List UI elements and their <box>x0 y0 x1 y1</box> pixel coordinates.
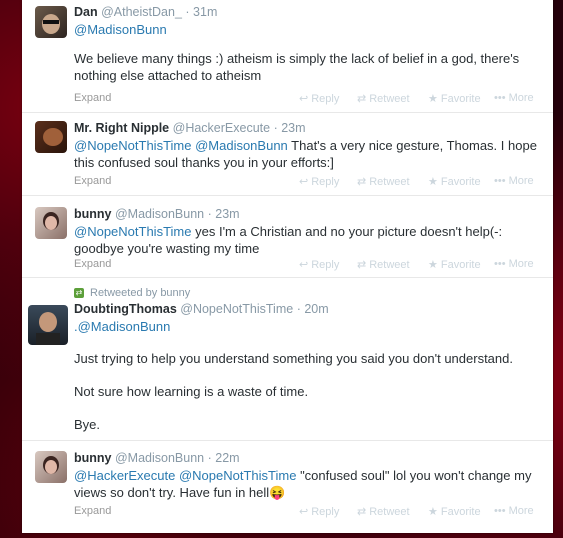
avatar[interactable] <box>28 305 68 345</box>
star-icon: ★ <box>428 259 438 271</box>
dots-icon: ••• <box>494 258 506 270</box>
timestamp[interactable]: 23m <box>281 121 305 135</box>
timestamp[interactable]: 22m <box>215 451 239 465</box>
dots-icon: ••• <box>494 175 506 187</box>
expand-link[interactable]: Expand <box>74 258 111 270</box>
avatar-image <box>43 456 59 474</box>
timestamp[interactable]: 31m <box>193 5 217 19</box>
tweet-paragraph: Not sure how learning is a waste of time… <box>74 384 309 399</box>
reply-arrow-icon: ↩ <box>299 93 309 105</box>
tweet-actions: Expand ↩ Reply ⇄ Retweet ★ Favorite ••• More <box>74 258 541 274</box>
retweet-button[interactable]: ⇄ Retweet <box>357 175 410 188</box>
timestamp[interactable]: 23m <box>215 207 239 221</box>
dots-icon: ••• <box>494 92 506 104</box>
retweet-button[interactable]: ⇄ Retweet <box>357 92 410 105</box>
separator: · <box>296 302 301 316</box>
tweet-timeline: Dan @AtheistDan_ · 31m @MadisonBunn We b… <box>22 0 553 533</box>
avatar-image <box>43 212 59 230</box>
tweet-actions: Expand ↩ Reply ⇄ Retweet ★ Favorite ••• More <box>74 92 541 108</box>
author-handle[interactable]: @HackerExecute <box>173 121 270 135</box>
mention-link[interactable]: @NopeNotThisTime <box>74 224 191 239</box>
avatar[interactable] <box>35 207 67 239</box>
favorite-button[interactable]: ★ Favorite <box>428 505 481 518</box>
tweet[interactable]: Dan @AtheistDan_ · 31m @MadisonBunn We b… <box>22 0 553 113</box>
tweet-text: @HackerExecute @NopeNotThisTime "confuse… <box>74 467 541 501</box>
reply-button[interactable]: ↩ Reply <box>299 505 339 518</box>
avatar-image <box>42 14 60 34</box>
mention-link[interactable]: @NopeNotThisTime @MadisonBunn <box>74 138 288 153</box>
retweet-button[interactable]: ⇄ Retweet <box>357 258 410 271</box>
star-icon: ★ <box>428 506 438 518</box>
mention-link[interactable]: .@MadisonBunn <box>74 318 541 335</box>
tweet-actions: Expand ↩ Reply ⇄ Retweet ★ Favorite ••• More <box>74 175 541 191</box>
star-icon: ★ <box>428 176 438 188</box>
tweet-text: @NopeNotThisTime yes I'm a Christian and… <box>74 223 541 257</box>
avatar-image <box>36 312 60 345</box>
author-handle[interactable]: @MadisonBunn <box>115 207 204 221</box>
separator: · <box>207 207 212 221</box>
tweet-actions: Expand ↩ Reply ⇄ Retweet ★ Favorite ••• More <box>74 505 541 521</box>
more-button[interactable]: ••• More <box>494 505 534 517</box>
retweet-button[interactable]: ⇄ Retweet <box>357 505 410 518</box>
author-handle[interactable]: @MadisonBunn <box>115 451 204 465</box>
separator: · <box>273 121 278 135</box>
retweet-note: ⇄ Retweeted by bunny <box>74 287 191 299</box>
separator: · <box>207 451 212 465</box>
tweet-text: .@MadisonBunn Just trying to help you un… <box>74 318 541 433</box>
star-icon: ★ <box>428 93 438 105</box>
mention-link[interactable]: @HackerExecute @NopeNotThisTime <box>74 468 296 483</box>
reply-button[interactable]: ↩ Reply <box>299 175 339 188</box>
tweet[interactable]: bunny @MadisonBunn · 22m @HackerExecute … <box>22 441 553 533</box>
tweet[interactable]: Mr. Right Nipple @HackerExecute · 23m @N… <box>22 113 553 196</box>
author-name[interactable]: Dan <box>74 5 98 19</box>
reply-button[interactable]: ↩ Reply <box>299 92 339 105</box>
background: Dan @AtheistDan_ · 31m @MadisonBunn We b… <box>0 0 563 538</box>
author-handle[interactable]: @AtheistDan_ <box>101 5 182 19</box>
tweet-body: We believe many things :) atheism is sim… <box>74 51 520 83</box>
tweet-paragraph: Bye. <box>74 417 101 432</box>
tweet-text: @NopeNotThisTime @MadisonBunn That's a v… <box>74 137 541 171</box>
timestamp[interactable]: 20m <box>304 302 328 316</box>
avatar[interactable] <box>35 121 67 153</box>
tweet[interactable]: bunny @MadisonBunn · 23m @NopeNotThisTim… <box>22 196 553 278</box>
retweet-icon: ⇄ <box>357 506 367 518</box>
tweet[interactable]: ⇄ Retweeted by bunny DoubtingThomas @Nope… <box>22 278 553 441</box>
favorite-button[interactable]: ★ Favorite <box>428 92 481 105</box>
reply-arrow-icon: ↩ <box>299 176 309 188</box>
more-button[interactable]: ••• More <box>494 175 534 187</box>
expand-link[interactable]: Expand <box>74 505 111 517</box>
author-name[interactable]: bunny <box>74 207 112 221</box>
more-button[interactable]: ••• More <box>494 258 534 270</box>
avatar[interactable] <box>35 451 67 483</box>
mention-link[interactable]: @MadisonBunn <box>74 21 541 38</box>
separator: · <box>185 5 190 19</box>
tweet-text: @MadisonBunn We believe many things :) a… <box>74 21 541 84</box>
avatar[interactable] <box>35 6 67 38</box>
retweet-icon: ⇄ <box>357 176 367 188</box>
author-name[interactable]: DoubtingThomas <box>74 302 177 316</box>
retweet-icon: ⇄ <box>357 259 367 271</box>
expand-link[interactable]: Expand <box>74 175 111 187</box>
avatar-image <box>43 128 63 146</box>
favorite-button[interactable]: ★ Favorite <box>428 258 481 271</box>
expand-link[interactable]: Expand <box>74 92 111 104</box>
retweet-icon: ⇄ <box>74 288 84 299</box>
reply-arrow-icon: ↩ <box>299 506 309 518</box>
more-button[interactable]: ••• More <box>494 92 534 104</box>
retweet-icon: ⇄ <box>357 93 367 105</box>
dots-icon: ••• <box>494 505 506 517</box>
reply-button[interactable]: ↩ Reply <box>299 258 339 271</box>
author-handle[interactable]: @NopeNotThisTime <box>180 302 293 316</box>
author-name[interactable]: Mr. Right Nipple <box>74 121 169 135</box>
tweet-paragraph: Just trying to help you understand somet… <box>74 351 513 366</box>
reply-arrow-icon: ↩ <box>299 259 309 271</box>
favorite-button[interactable]: ★ Favorite <box>428 175 481 188</box>
author-name[interactable]: bunny <box>74 451 112 465</box>
